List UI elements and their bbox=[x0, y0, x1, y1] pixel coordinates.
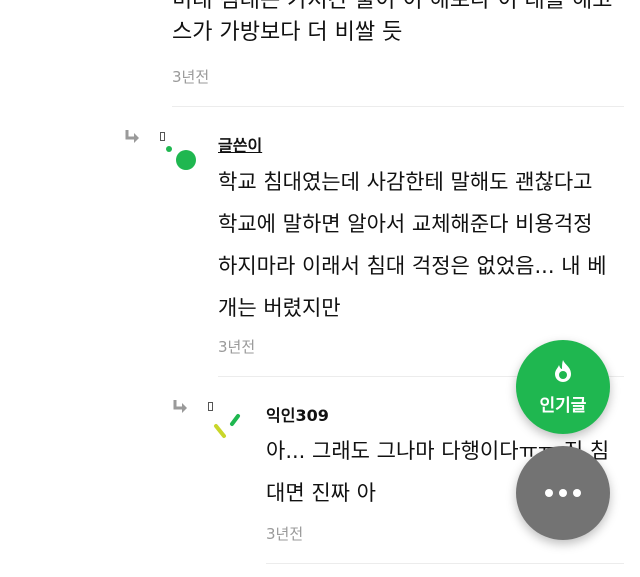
avatar[interactable] bbox=[162, 138, 202, 178]
reply-body-line: 개는 버렸지만 bbox=[218, 296, 341, 320]
reply-time: 3년전 bbox=[266, 525, 304, 543]
avatar[interactable] bbox=[212, 410, 246, 444]
reply-body-line: 학교 침대였는데 사감한테 말해도 괜찮다고 bbox=[218, 170, 593, 194]
popular-posts-label: 인기글 bbox=[539, 395, 587, 416]
more-button[interactable] bbox=[516, 446, 610, 540]
reply-author[interactable]: 글쓴이 bbox=[218, 132, 262, 156]
reply-body: 학교 침대였는데 사감한테 말해도 괜찮다고 학교에 말하면 알아서 교체해준다… bbox=[218, 161, 628, 329]
top-comment-time: 3년전 bbox=[172, 68, 210, 86]
reply-body-line: 학교에 말하면 알아서 교체해준다 비용걱정 bbox=[218, 212, 593, 236]
reply-arrow-icon bbox=[172, 398, 190, 418]
more-dots-icon bbox=[542, 489, 584, 497]
reply-body-line: 하지마라 이래서 침대 걱정은 없었음... 내 베 bbox=[218, 254, 607, 278]
reply-author[interactable]: 익인309 bbox=[266, 402, 329, 426]
popular-posts-button[interactable]: 인기글 bbox=[516, 340, 610, 434]
divider bbox=[172, 106, 624, 107]
fire-icon bbox=[552, 359, 574, 387]
reply-time: 3년전 bbox=[218, 338, 256, 356]
reply-arrow-icon bbox=[124, 128, 142, 148]
top-comment-line2: 스가 가방보다 더 비쌀 듯 bbox=[172, 20, 403, 45]
divider bbox=[266, 563, 624, 564]
top-comment-line1-partial: 미래 침대는 가져간 줄이 이 해보다 이 대를 해고 bbox=[172, 0, 613, 13]
